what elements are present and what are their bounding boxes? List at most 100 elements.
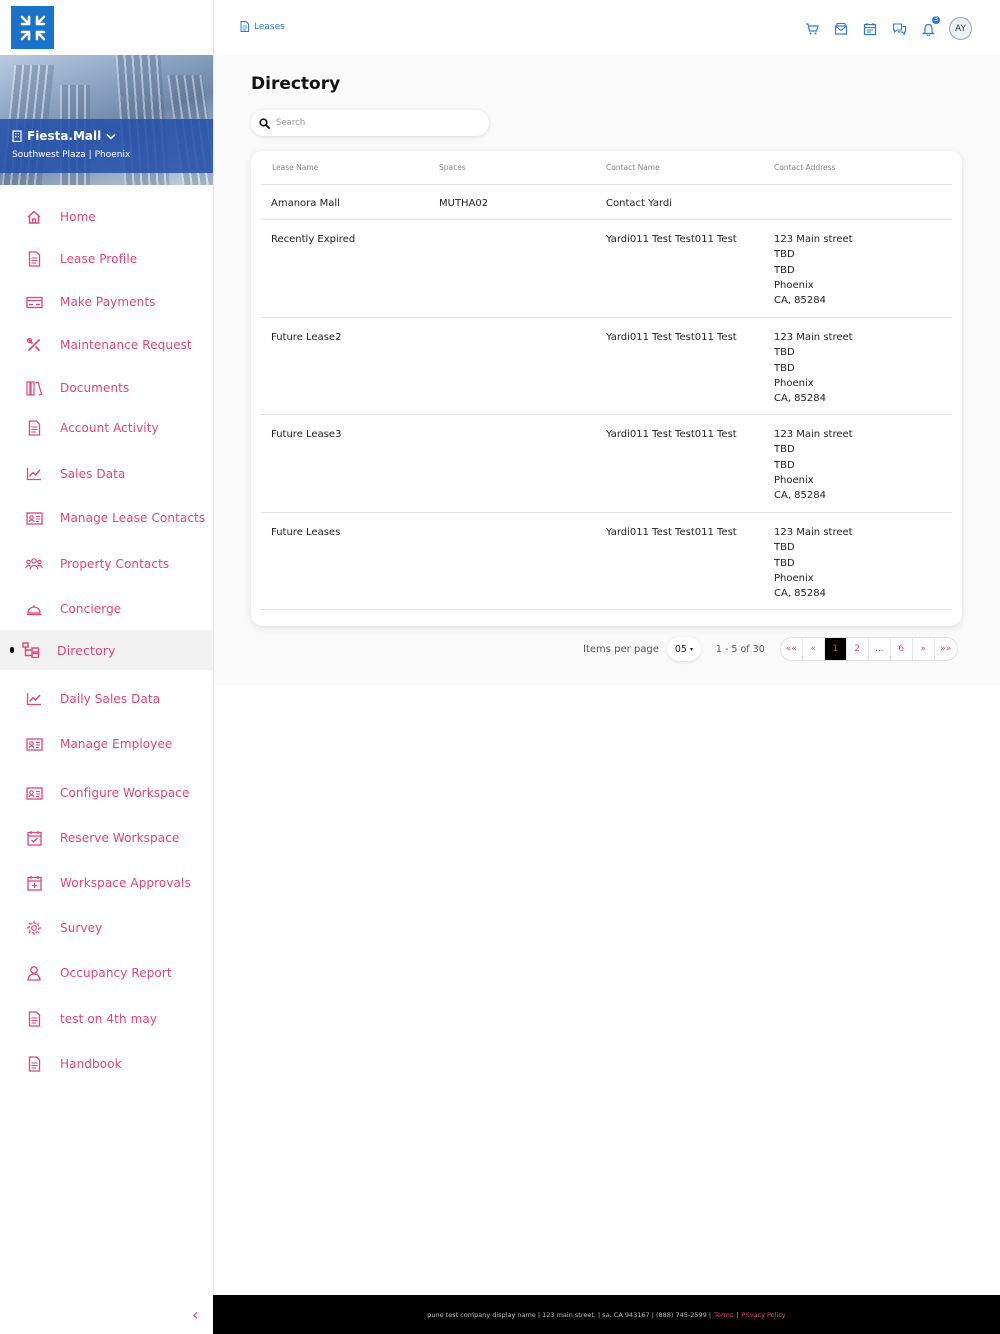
sidebar-item-reserve-workspace[interactable]: Reserve Workspace <box>0 818 213 858</box>
sidebar-item-documents[interactable]: Documents <box>0 368 213 408</box>
page-button-1[interactable]: 1 <box>824 638 847 660</box>
property-subtitle: Southwest Plaza | Phoenix <box>12 150 131 160</box>
property-name-row[interactable]: Fiesta.Mall <box>12 129 116 143</box>
breadcrumb-leases[interactable]: Leases <box>240 21 285 32</box>
collapse-sidebar-icon[interactable]: ‹ <box>192 1305 198 1324</box>
breadcrumb-label: Leases <box>254 21 285 32</box>
directory-table: Lease Name Spaces Contact Name Contact A… <box>251 151 962 626</box>
table-row[interactable]: Amanora Mall MUTHA02 Contact Yardi <box>261 184 952 220</box>
page-button-2[interactable]: 2 <box>847 638 869 660</box>
sidebar: Fiesta.Mall Southwest Plaza | Phoenix Ho… <box>0 0 214 1334</box>
table-row[interactable]: Future Lease3 Yardi011 Test Test011 Test 1… <box>261 415 952 513</box>
chevron-down-icon[interactable] <box>106 133 116 140</box>
calendar-plus-icon <box>25 874 43 892</box>
footer-text: pune test company display name | 123 mai… <box>427 1310 712 1319</box>
sidebar-item-sales-data[interactable]: Sales Data <box>0 454 213 494</box>
sidebar-item-test-on-4th-may[interactable]: test on 4th may <box>0 999 213 1039</box>
first-page-button[interactable]: «« <box>781 638 803 660</box>
sidebar-item-survey[interactable]: Survey <box>0 908 213 948</box>
mail-icon[interactable] <box>833 21 849 37</box>
calendar-icon[interactable] <box>862 21 878 37</box>
sidebar-item-manage-lease-contacts[interactable]: Manage Lease Contacts <box>0 498 213 538</box>
notification-bell-icon[interactable]: 3 <box>920 15 940 37</box>
cell-contact-name: Yardi011 Test Test011 Test <box>606 429 737 440</box>
sidebar-item-account-activity[interactable]: Account Activity <box>0 408 213 448</box>
top-actions: 3 AY <box>804 15 972 40</box>
items-per-page-value: 05 <box>674 643 687 655</box>
table-row[interactable]: Future Lease2 Yardi011 Test Test011 Test 1… <box>261 318 952 415</box>
cell-contact-address: 123 Main street TBD TBD Phoenix CA, 8528… <box>774 429 853 502</box>
sidebar-item-label: Occupancy Report <box>60 966 172 980</box>
sidebar-item-workspace-approvals[interactable]: Workspace Approvals <box>0 863 213 903</box>
people-icon <box>25 555 43 573</box>
search-box[interactable] <box>251 110 489 136</box>
page-ellipsis: ... <box>869 638 891 660</box>
app-logo[interactable] <box>11 6 54 49</box>
sidebar-item-lease-profile[interactable]: Lease Profile <box>0 239 213 279</box>
app-page: Fiesta.Mall Southwest Plaza | Phoenix Ho… <box>0 0 1000 1334</box>
sidebar-item-concierge[interactable]: Concierge <box>0 589 213 629</box>
last-page-button[interactable]: »» <box>935 638 957 660</box>
column-header-lease-name[interactable]: Lease Name <box>272 163 318 172</box>
cell-contact-name: Yardi011 Test Test011 Test <box>606 234 737 245</box>
building-icon <box>12 130 22 142</box>
document-icon <box>25 1055 43 1073</box>
sidebar-item-label: Lease Profile <box>60 252 138 266</box>
sidebar-item-directory[interactable]: Directory <box>0 630 213 670</box>
items-per-page-label: Items per page <box>583 643 659 655</box>
sidebar-item-maintenance-request[interactable]: Maintenance Request <box>0 325 213 365</box>
column-header-contact-name[interactable]: Contact Name <box>606 163 660 172</box>
bell-icon <box>25 600 43 618</box>
cell-contact-address: 123 Main street TBD TBD Phoenix CA, 8528… <box>774 332 853 405</box>
cell-lease-name: Future Leases <box>271 527 341 538</box>
sidebar-item-property-contacts[interactable]: Property Contacts <box>0 544 213 584</box>
chart-icon <box>25 690 43 708</box>
search-input[interactable] <box>276 118 476 128</box>
sidebar-item-label: Home <box>60 210 96 224</box>
cart-icon[interactable] <box>804 21 820 37</box>
user-avatar[interactable]: AY <box>949 17 972 40</box>
sidebar-item-label: Manage Lease Contacts <box>60 511 206 525</box>
sidebar-item-manage-employee[interactable]: Manage Employee <box>0 724 213 764</box>
table-row[interactable]: Recently Expired Yardi011 Test Test011 Te… <box>261 220 952 318</box>
cell-contact-address: 123 Main street TBD TBD Phoenix CA, 8528… <box>774 527 853 600</box>
property-banner: Fiesta.Mall Southwest Plaza | Phoenix <box>0 55 213 185</box>
id-card-icon <box>25 735 43 753</box>
page-button-6[interactable]: 6 <box>891 638 913 660</box>
sidebar-item-label: Concierge <box>60 602 122 616</box>
books-icon <box>25 379 43 397</box>
sidebar-item-label: Configure Workspace <box>60 786 190 800</box>
logo-icon <box>20 15 45 40</box>
sidebar-item-label: Handbook <box>60 1057 122 1071</box>
property-selector[interactable] <box>0 119 213 173</box>
sidebar-item-handbook[interactable]: Handbook <box>0 1044 213 1084</box>
next-page-button[interactable]: » <box>913 638 935 660</box>
document-icon <box>240 21 249 32</box>
column-header-contact-address[interactable]: Contact Address <box>774 163 835 172</box>
id-card-icon <box>25 509 43 527</box>
cell-lease-name: Recently Expired <box>271 234 356 245</box>
cell-contact-name: Yardi011 Test Test011 Test <box>606 332 737 343</box>
sidebar-item-label: test on 4th may <box>60 1012 158 1026</box>
prev-page-button[interactable]: « <box>803 638 825 660</box>
notification-badge: 3 <box>932 15 940 24</box>
cell-contact-name: Yardi011 Test Test011 Test <box>606 527 737 538</box>
sidebar-item-configure-workspace[interactable]: Configure Workspace <box>0 773 213 813</box>
sidebar-item-label: Sales Data <box>60 467 126 481</box>
privacy-policy-link[interactable]: Privacy Policy <box>741 1311 785 1319</box>
caret-down-icon: ▾ <box>689 645 693 653</box>
sidebar-item-daily-sales-data[interactable]: Daily Sales Data <box>0 679 213 719</box>
sidebar-item-label: Documents <box>60 381 130 395</box>
sidebar-item-label: Directory <box>57 642 116 658</box>
sidebar-item-occupancy-report[interactable]: Occupancy Report <box>0 953 213 993</box>
sidebar-item-home[interactable]: Home <box>0 197 213 237</box>
chat-icon[interactable] <box>891 21 907 37</box>
sidebar-item-label: Account Activity <box>60 421 159 435</box>
sidebar-item-make-payments[interactable]: Make Payments <box>0 282 213 322</box>
table-row[interactable]: Future Leases Yardi011 Test Test011 Test 1… <box>261 513 952 610</box>
column-header-spaces[interactable]: Spaces <box>439 163 466 172</box>
items-per-page-select[interactable]: 05 ▾ <box>666 637 701 661</box>
directory-icon <box>22 641 40 659</box>
terms-link[interactable]: Terms <box>714 1311 733 1319</box>
sidebar-item-label: Daily Sales Data <box>60 692 161 706</box>
